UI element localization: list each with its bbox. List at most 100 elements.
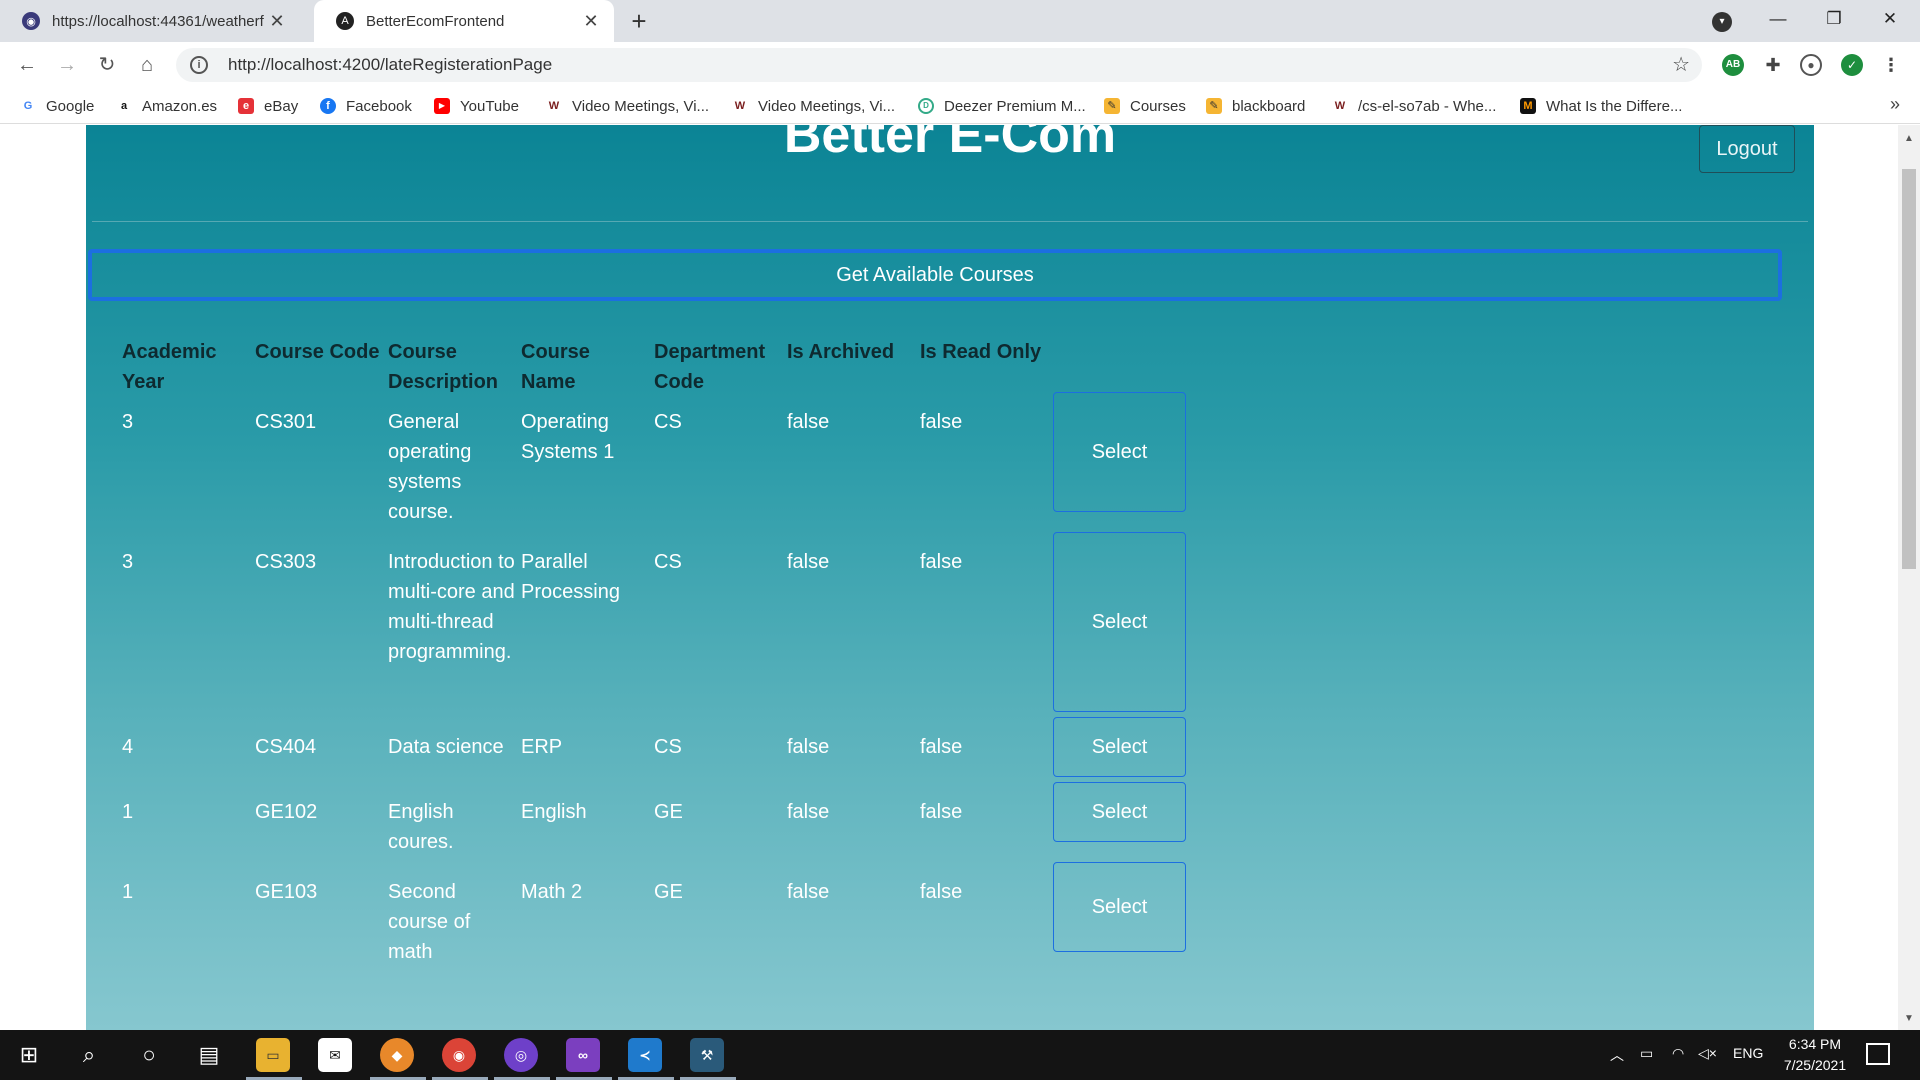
battery-icon[interactable]: ▭ (1640, 1045, 1653, 1062)
volume-muted-icon[interactable]: ◁× (1698, 1045, 1717, 1062)
file-explorer-icon[interactable]: ▭ (256, 1038, 290, 1072)
bookmark-label: blackboard (1232, 97, 1306, 115)
language-indicator[interactable]: ENG (1733, 1045, 1763, 1061)
bookmark-google[interactable]: G Google (20, 96, 95, 116)
brave-browser-icon[interactable]: ◆ (380, 1038, 414, 1072)
close-tab-icon[interactable]: ✕ (268, 11, 286, 32)
scrollbar-thumb[interactable] (1902, 169, 1916, 569)
bookmark-blackboard[interactable]: ✎ blackboard (1206, 96, 1305, 116)
cell-course-code: CS303 (255, 551, 317, 573)
bookmark-cs-el-so7ab[interactable]: W /cs-el-so7ab - Whe... (1332, 96, 1497, 116)
cell-academic-year: 3 (122, 411, 134, 433)
address-bar[interactable]: i http://localhost:4200/lateRegisteratio… (176, 48, 1702, 82)
cell-is-archived: false (787, 551, 830, 573)
cell-department-code: GE (654, 881, 683, 903)
adblock-extension-icon[interactable]: AB (1722, 54, 1744, 76)
bookmark-video-meetings-1[interactable]: W Video Meetings, Vi... (546, 96, 709, 116)
address-url[interactable]: http://localhost:4200/lateRegisterationP… (228, 55, 552, 75)
site-info-icon[interactable]: i (190, 56, 208, 74)
pencil-icon: ✎ (1104, 98, 1120, 114)
cell-academic-year: 3 (122, 551, 134, 573)
cell-is-read-only: false (920, 411, 963, 433)
cell-is-archived: false (787, 881, 830, 903)
bookmark-label: Google (46, 97, 95, 115)
bookmark-courses[interactable]: ✎ Courses (1104, 96, 1186, 116)
column-header-academic-year: Academic Year (122, 341, 217, 393)
browser-tab-weather[interactable]: ◉ https://localhost:44361/weatherf ✕ (0, 0, 300, 42)
bookmark-star-icon[interactable]: ☆ (1672, 52, 1690, 77)
cell-department-code: GE (654, 801, 683, 823)
browser-tab-betterecom[interactable]: A BetterEcomFrontend ✕ (314, 0, 614, 42)
courses-table: Academic Year Course Code Course Descrip… (122, 333, 1193, 987)
reload-icon[interactable]: ↻ (92, 50, 122, 80)
close-tab-icon[interactable]: ✕ (582, 11, 600, 32)
cortana-icon[interactable]: ○ (132, 1038, 166, 1072)
scroll-up-icon[interactable]: ▲ (1898, 133, 1920, 144)
bookmark-youtube[interactable]: ▶ YouTube (434, 96, 519, 116)
back-icon[interactable]: ← (12, 50, 42, 80)
select-course-button[interactable]: Select (1053, 532, 1186, 712)
bookmark-label: eBay (264, 97, 299, 115)
tab-search-icon[interactable]: ▾ (1712, 12, 1732, 32)
ebay-icon: e (238, 98, 254, 114)
bookmark-amazon[interactable]: a Amazon.es (116, 96, 217, 116)
table-row: 3 CS303 Introduction to multi-core and m… (122, 532, 1193, 732)
close-window-button[interactable]: ✕ (1862, 0, 1918, 38)
cell-is-read-only: false (920, 801, 963, 823)
select-course-button[interactable]: Select (1053, 392, 1186, 512)
shield-check-icon[interactable]: ✓ (1841, 54, 1863, 76)
task-view-icon[interactable]: ▤ (192, 1038, 226, 1072)
bookmark-what-is-the-difference[interactable]: M What Is the Differe... (1520, 96, 1682, 116)
bookmark-deezer[interactable]: D Deezer Premium M... (918, 96, 1086, 116)
minimize-button[interactable]: — (1750, 0, 1806, 38)
cell-is-archived: false (787, 411, 830, 433)
notifications-icon[interactable] (1866, 1043, 1890, 1065)
restore-button[interactable]: ❐ (1806, 0, 1862, 38)
cell-course-name: Math 2 (521, 881, 583, 903)
bookmark-label: What Is the Differe... (1546, 97, 1683, 115)
scroll-down-icon[interactable]: ▼ (1898, 1013, 1920, 1024)
visual-studio-icon[interactable]: ∞ (566, 1038, 600, 1072)
cell-is-read-only: false (920, 881, 963, 903)
menu-kebab-icon[interactable]: ⋮ (1880, 54, 1902, 76)
cell-course-code: CS301 (255, 411, 317, 433)
column-header-is-read-only: Is Read Only (920, 341, 1042, 363)
windows-taskbar: ⊞ ⌕ ○ ▤ ▭ ✉ ◆ ◉ ◎ ∞ ≺ ⚒ ︿ ▭ ◠ ◁× ENG 6:3… (0, 1030, 1920, 1080)
page-scrollbar[interactable]: ▲ ▼ (1898, 125, 1920, 1030)
cell-is-archived: false (787, 801, 830, 823)
select-course-button[interactable]: Select (1053, 717, 1186, 777)
bookmark-video-meetings-2[interactable]: W Video Meetings, Vi... (732, 96, 895, 116)
cell-department-code: CS (654, 411, 682, 433)
amazon-icon: a (120, 100, 128, 112)
select-course-button[interactable]: Select (1053, 862, 1186, 952)
system-clock[interactable]: 6:34 PM 7/25/2021 (1770, 1034, 1860, 1076)
extensions-puzzle-icon[interactable]: ✚ (1762, 54, 1784, 76)
forward-icon[interactable]: → (52, 50, 82, 80)
profile-icon[interactable]: ● (1800, 54, 1822, 76)
cell-is-read-only: false (920, 551, 963, 573)
more-bookmarks-icon[interactable]: » (1890, 94, 1900, 115)
bookmark-ebay[interactable]: e eBay (238, 96, 298, 116)
vscode-icon[interactable]: ≺ (628, 1038, 662, 1072)
wifi-icon[interactable]: ◠ (1672, 1045, 1684, 1062)
github-desktop-icon[interactable]: ◎ (504, 1038, 538, 1072)
browser-tab-strip: ◉ https://localhost:44361/weatherf ✕ A B… (0, 0, 1920, 42)
show-hidden-icons-icon[interactable]: ︿ (1610, 1045, 1624, 1065)
cell-course-description: Second course of math (388, 881, 471, 963)
logout-button[interactable]: Logout (1699, 125, 1795, 173)
column-header-course-name: Course Name (521, 341, 590, 393)
windows-start-icon[interactable]: ⊞ (12, 1038, 46, 1072)
get-available-courses-button[interactable]: Get Available Courses (88, 249, 1782, 301)
mail-icon[interactable]: ✉ (318, 1038, 352, 1072)
search-icon[interactable]: ⌕ (72, 1038, 106, 1072)
cell-course-code: GE103 (255, 881, 318, 903)
bookmark-facebook[interactable]: f Facebook (320, 96, 412, 116)
chrome-icon[interactable]: ◉ (442, 1038, 476, 1072)
cell-course-name: Parallel Processing (521, 551, 620, 603)
new-tab-button[interactable]: + (624, 6, 654, 36)
cell-course-description: Introduction to multi-core and multi-thr… (388, 551, 515, 663)
sql-server-management-icon[interactable]: ⚒ (690, 1038, 724, 1072)
home-icon[interactable]: ⌂ (132, 50, 162, 80)
youtube-icon: ▶ (434, 98, 450, 114)
select-course-button[interactable]: Select (1053, 782, 1186, 842)
